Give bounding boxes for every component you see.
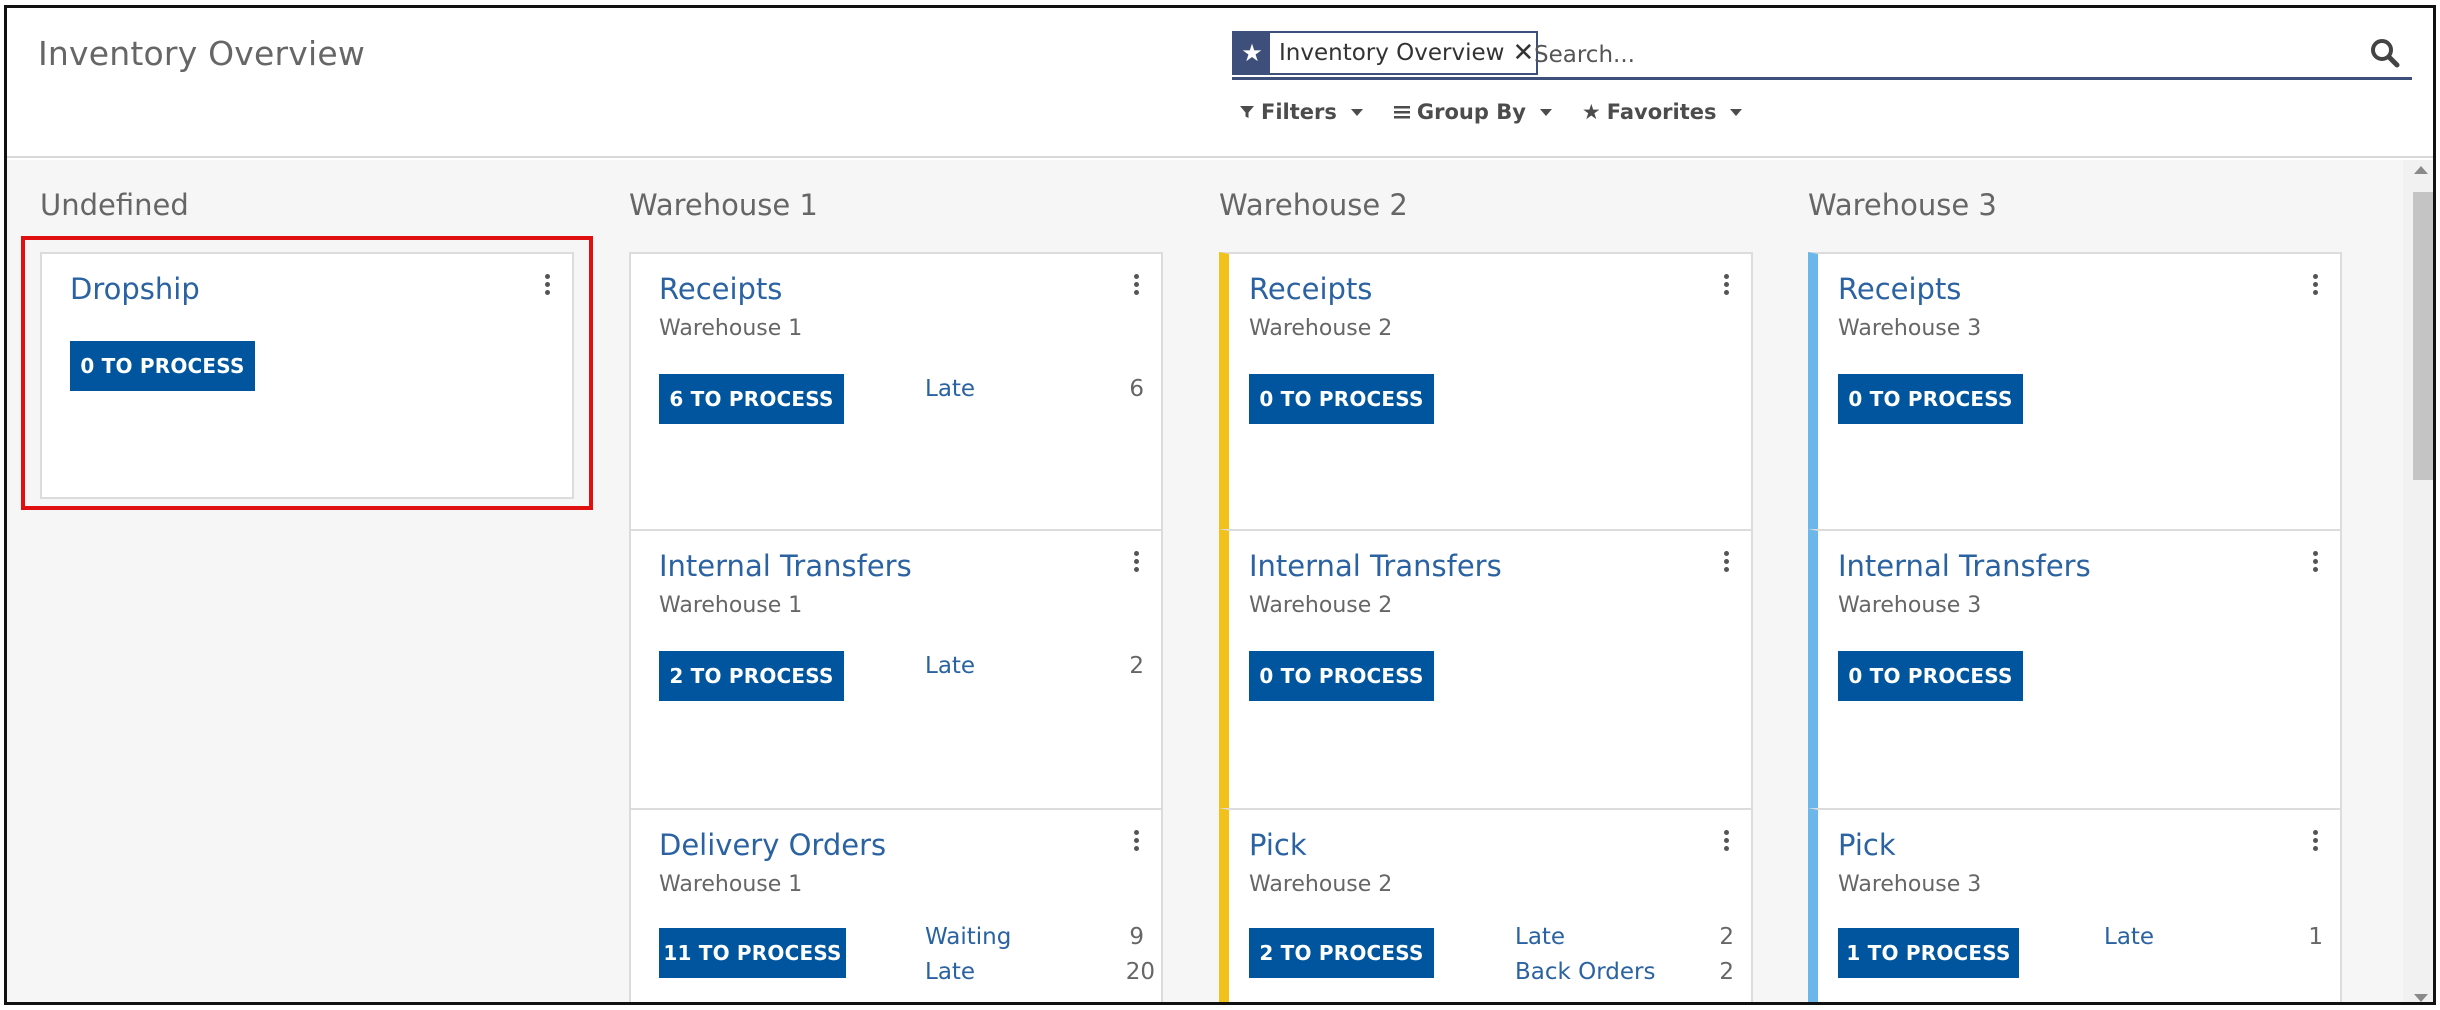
card-receipts-wh1[interactable]: Receipts Warehouse 1 6 TO PROCESS Late 6 bbox=[629, 252, 1163, 531]
late-count: 1 bbox=[2308, 924, 2323, 950]
to-process-button[interactable]: 0 TO PROCESS bbox=[1249, 374, 1434, 424]
card-warehouse: Warehouse 3 bbox=[1838, 316, 1982, 341]
card-warehouse: Warehouse 2 bbox=[1249, 316, 1393, 341]
card-pick-wh3[interactable]: Pick Warehouse 3 1 TO PROCESS Late 1 bbox=[1808, 808, 2342, 1002]
scroll-thumb[interactable] bbox=[2413, 192, 2433, 480]
page-title: Inventory Overview bbox=[38, 34, 366, 73]
kebab-icon[interactable] bbox=[2306, 551, 2324, 581]
caret-down-icon bbox=[1350, 108, 1363, 116]
column-title-warehouse-3: Warehouse 3 bbox=[1808, 188, 1997, 222]
search-input[interactable] bbox=[1534, 38, 2294, 72]
kebab-icon[interactable] bbox=[1127, 551, 1145, 581]
late-count: 20 bbox=[1125, 959, 1155, 985]
card-name[interactable]: Receipts bbox=[1838, 272, 1961, 306]
waiting-link[interactable]: Waiting bbox=[925, 924, 1011, 950]
late-link[interactable]: Late bbox=[925, 959, 975, 985]
group-by-label: Group By bbox=[1416, 100, 1526, 124]
card-name[interactable]: Pick bbox=[1249, 828, 1307, 862]
column-title-warehouse-2: Warehouse 2 bbox=[1219, 188, 1408, 222]
card-internal-transfers-wh3[interactable]: Internal Transfers Warehouse 3 0 TO PROC… bbox=[1808, 529, 2342, 810]
to-process-button[interactable]: 0 TO PROCESS bbox=[1249, 651, 1434, 701]
card-warehouse: Warehouse 1 bbox=[659, 593, 803, 618]
app-window: Inventory Overview ★ Inventory Overview … bbox=[4, 5, 2436, 1005]
group-by-button[interactable]: Group By bbox=[1393, 100, 1552, 124]
to-process-button[interactable]: 0 TO PROCESS bbox=[1838, 651, 2023, 701]
card-name[interactable]: Internal Transfers bbox=[1838, 549, 2091, 583]
card-name[interactable]: Internal Transfers bbox=[659, 549, 912, 583]
kebab-icon[interactable] bbox=[1127, 274, 1145, 304]
kebab-icon[interactable] bbox=[2306, 830, 2324, 860]
card-name[interactable]: Internal Transfers bbox=[1249, 549, 1502, 583]
card-internal-transfers-wh2[interactable]: Internal Transfers Warehouse 2 0 TO PROC… bbox=[1219, 529, 1753, 810]
to-process-button[interactable]: 6 TO PROCESS bbox=[659, 374, 844, 424]
to-process-button[interactable]: 2 TO PROCESS bbox=[659, 651, 844, 701]
column-title-warehouse-1: Warehouse 1 bbox=[629, 188, 818, 222]
card-receipts-wh3[interactable]: Receipts Warehouse 3 0 TO PROCESS bbox=[1808, 252, 2342, 531]
column-title-undefined: Undefined bbox=[40, 188, 189, 222]
card-warehouse: Warehouse 1 bbox=[659, 316, 803, 341]
search-facet[interactable]: ★ Inventory Overview ✕ bbox=[1232, 31, 1539, 75]
favorites-button[interactable]: ★ Favorites bbox=[1582, 100, 1743, 124]
card-warehouse: Warehouse 2 bbox=[1249, 593, 1393, 618]
kebab-icon[interactable] bbox=[1717, 830, 1735, 860]
card-internal-transfers-wh1[interactable]: Internal Transfers Warehouse 1 2 TO PROC… bbox=[629, 529, 1163, 810]
search-bar: ★ Inventory Overview ✕ bbox=[1232, 28, 2412, 80]
late-link[interactable]: Late bbox=[1515, 924, 1565, 950]
search-facet-label: Inventory Overview bbox=[1279, 40, 1505, 66]
scroll-down-arrow-icon[interactable] bbox=[2414, 994, 2428, 1002]
kebab-icon[interactable] bbox=[2306, 274, 2324, 304]
card-receipts-wh2[interactable]: Receipts Warehouse 2 0 TO PROCESS bbox=[1219, 252, 1753, 531]
to-process-button[interactable]: 2 TO PROCESS bbox=[1249, 928, 1434, 978]
search-options: Filters Group By ★ Favorites bbox=[1239, 100, 1743, 124]
card-name[interactable]: Receipts bbox=[1249, 272, 1372, 306]
back-orders-count: 2 bbox=[1719, 959, 1734, 985]
filters-label: Filters bbox=[1261, 100, 1337, 124]
funnel-icon bbox=[1240, 106, 1254, 118]
caret-down-icon bbox=[1539, 108, 1552, 116]
late-count: 6 bbox=[1129, 376, 1144, 402]
to-process-button[interactable]: 1 TO PROCESS bbox=[1838, 928, 2019, 978]
late-link[interactable]: Late bbox=[925, 376, 975, 402]
close-icon[interactable]: ✕ bbox=[1510, 33, 1536, 73]
kebab-icon[interactable] bbox=[1127, 830, 1145, 860]
late-count: 2 bbox=[1129, 653, 1144, 679]
card-warehouse: Warehouse 3 bbox=[1838, 872, 1982, 897]
star-icon: ★ bbox=[1234, 33, 1270, 73]
card-warehouse: Warehouse 2 bbox=[1249, 872, 1393, 897]
vertical-scrollbar[interactable] bbox=[2403, 160, 2433, 1002]
control-panel: Inventory Overview ★ Inventory Overview … bbox=[7, 8, 2433, 158]
caret-down-icon bbox=[1730, 108, 1743, 116]
card-warehouse: Warehouse 3 bbox=[1838, 593, 1982, 618]
card-name[interactable]: Receipts bbox=[659, 272, 782, 306]
waiting-count: 9 bbox=[1129, 924, 1144, 950]
late-link[interactable]: Late bbox=[2104, 924, 2154, 950]
card-name[interactable]: Delivery Orders bbox=[659, 828, 886, 862]
kebab-icon[interactable] bbox=[1717, 551, 1735, 581]
filters-button[interactable]: Filters bbox=[1239, 100, 1363, 124]
late-link[interactable]: Late bbox=[925, 653, 975, 679]
late-count: 2 bbox=[1719, 924, 1734, 950]
scroll-up-arrow-icon[interactable] bbox=[2414, 166, 2428, 174]
list-icon bbox=[1393, 106, 1410, 119]
star-icon: ★ bbox=[1581, 100, 1601, 124]
card-delivery-orders-wh1[interactable]: Delivery Orders Warehouse 1 11 TO PROCES… bbox=[629, 808, 1163, 1002]
favorites-label: Favorites bbox=[1606, 100, 1717, 124]
selection-highlight bbox=[21, 236, 593, 510]
search-icon[interactable] bbox=[2366, 34, 2404, 72]
card-warehouse: Warehouse 1 bbox=[659, 872, 803, 897]
kebab-icon[interactable] bbox=[1717, 274, 1735, 304]
kanban-view: Undefined Dropship 0 TO PROCESS Warehous… bbox=[7, 160, 2433, 1002]
card-name[interactable]: Pick bbox=[1838, 828, 1896, 862]
card-pick-wh2[interactable]: Pick Warehouse 2 2 TO PROCESS Late 2 Bac… bbox=[1219, 808, 1753, 1002]
to-process-button[interactable]: 11 TO PROCESS bbox=[659, 928, 846, 978]
to-process-button[interactable]: 0 TO PROCESS bbox=[1838, 374, 2023, 424]
back-orders-link[interactable]: Back Orders bbox=[1515, 959, 1656, 985]
